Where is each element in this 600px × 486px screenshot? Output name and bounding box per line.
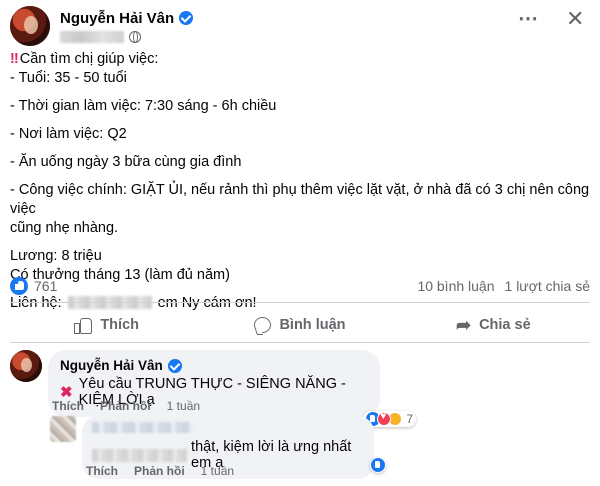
share-icon: ➦ — [455, 315, 472, 335]
like-icon — [74, 317, 93, 334]
post-line: - Công việc chính: GIẶT ỦI, nếu rảnh thì… — [10, 182, 594, 217]
comment-button[interactable]: Bình luận — [203, 308, 396, 342]
share-label: Chia sẻ — [479, 317, 531, 333]
close-icon[interactable]: ✕ — [566, 8, 584, 30]
like-reaction-icon — [371, 458, 385, 472]
post-timestamp-redacted[interactable] — [60, 30, 124, 43]
comment-label: Bình luận — [279, 317, 346, 333]
divider — [10, 302, 590, 303]
post-line: - Ăn uống ngày 3 bữa cùng gia đình — [10, 154, 242, 170]
comment-like-link[interactable]: Thích — [86, 464, 118, 478]
post-body: ‼ Cần tìm chị giúp việc: - Tuổi: 35 - 50 … — [10, 50, 590, 313]
globe-icon — [129, 30, 141, 43]
comment-reply-link[interactable]: Phản hồi — [100, 399, 151, 413]
verified-icon — [179, 11, 194, 25]
divider — [10, 342, 590, 343]
comment-author[interactable]: Nguyễn Hải Vân — [60, 358, 163, 373]
post-line: - Tuổi: 35 - 50 tuổi — [10, 70, 127, 86]
comment-count[interactable]: 10 bình luận — [417, 278, 494, 294]
post-line: Lương: 8 triệu — [10, 248, 102, 264]
comment-icon — [254, 317, 272, 333]
post-line: - Thời gian làm việc: 7:30 sáng - 6h chi… — [10, 98, 277, 114]
post-stats: 761 10 bình luận 1 lượt chia sẻ — [10, 276, 590, 296]
commenter-avatar[interactable] — [10, 350, 42, 382]
post-line: - Nơi làm việc: Q2 — [10, 126, 127, 142]
post-line: cũng nhẹ nhàng. — [10, 220, 119, 236]
comment-reply-link[interactable]: Phản hồi — [134, 464, 185, 478]
comment-time[interactable]: 1 tuần — [201, 464, 234, 478]
share-count[interactable]: 1 lượt chia sẻ — [505, 278, 590, 294]
post-actions: Thích Bình luận ➦ Chia sẻ — [10, 308, 590, 342]
like-label: Thích — [100, 317, 139, 333]
double-exclamation-icon: ‼ — [10, 51, 19, 67]
post-header: Nguyễn Hải Vân — [10, 6, 194, 46]
redacted-avatar[interactable] — [50, 416, 76, 442]
post-line: ‼ Cần tìm chị giúp việc: — [10, 51, 159, 67]
reaction-count: 7 — [406, 412, 413, 426]
comment-like-link[interactable]: Thích — [52, 399, 84, 413]
redacted-author[interactable] — [92, 422, 192, 433]
verified-icon — [167, 358, 182, 373]
more-options-icon[interactable]: ⋯ — [518, 9, 539, 29]
like-button[interactable]: Thích — [10, 308, 203, 342]
comment-actions: Thích Phản hồi 1 tuần — [86, 464, 234, 478]
comment-reactions[interactable] — [370, 457, 386, 473]
redacted-text — [92, 448, 188, 462]
like-reaction-icon[interactable] — [10, 277, 28, 295]
comment-time[interactable]: 1 tuần — [167, 399, 200, 413]
comment-actions: Thích Phản hồi 1 tuần — [52, 399, 200, 413]
share-button[interactable]: ➦ Chia sẻ — [397, 308, 590, 342]
author-avatar[interactable] — [10, 6, 50, 46]
like-count[interactable]: 761 — [34, 278, 57, 294]
author-name[interactable]: Nguyễn Hải Vân — [60, 10, 174, 27]
